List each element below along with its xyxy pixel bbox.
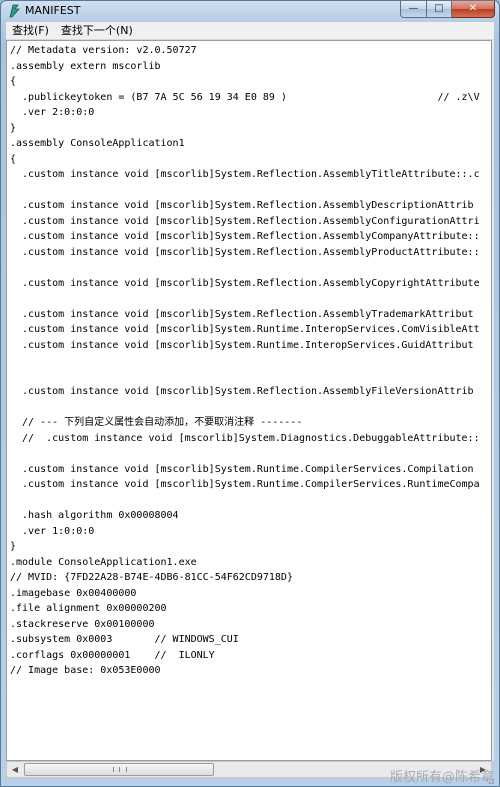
scroll-left-icon[interactable]: ◀	[7, 762, 23, 777]
close-button[interactable]: ✕	[452, 1, 495, 18]
code-line: .custom instance void [mscorlib]System.R…	[10, 463, 474, 475]
code-line: .custom instance void [mscorlib]System.R…	[10, 215, 480, 227]
minimize-icon: —	[408, 3, 419, 14]
code-line: }	[10, 122, 17, 134]
code-line: .custom instance void [mscorlib]System.R…	[10, 277, 480, 289]
menu-find-next[interactable]: 查找下一个(N)	[55, 22, 139, 39]
watermark: 版权所有@陈希章	[389, 770, 494, 785]
thumb-grip-icon	[113, 767, 127, 772]
code-line: }	[10, 541, 17, 552]
minimize-button[interactable]: —	[400, 1, 427, 18]
scroll-thumb[interactable]	[24, 763, 214, 776]
code-line: .custom instance void [mscorlib]System.R…	[10, 169, 480, 180]
ildasm-app-icon	[9, 4, 20, 18]
code-line: .ver 1:0:0:0	[10, 525, 95, 537]
code-line: .assembly ConsoleApplication1	[10, 138, 185, 149]
code-line: .custom instance void [mscorlib]System.R…	[10, 200, 474, 211]
code-line: // --- 下列自定义属性会自动添加，不要取消注释 -------	[10, 417, 303, 428]
code-line: .publickeytoken = (B7 7A 5C 56 19 34 E0 …	[10, 91, 480, 103]
close-icon: ✕	[468, 3, 478, 14]
caption-buttons: — □ ✕	[400, 1, 495, 18]
code-line: .assembly extern mscorlib	[10, 60, 161, 72]
window-title: MANIFEST	[25, 4, 81, 17]
code-line: .custom instance void [mscorlib]System.R…	[10, 324, 480, 335]
vertical-edge	[492, 40, 494, 761]
code-line: {	[10, 153, 17, 165]
code-line: .hash algorithm 0x00008004	[10, 510, 179, 521]
title-bar[interactable]: MANIFEST — □ ✕	[1, 1, 499, 21]
code-line: // .custom instance void [mscorlib]Syste…	[10, 432, 480, 444]
code-line: .custom instance void [mscorlib]System.R…	[10, 231, 480, 242]
code-line: .custom instance void [mscorlib]System.R…	[10, 246, 480, 258]
code-line: // Image base: 0x053E0000	[10, 665, 161, 676]
code-line: .module ConsoleApplication1.exe	[10, 556, 197, 568]
code-line: // MVID: {7FD22A28-B74E-4DB6-81CC-54F62C…	[10, 572, 293, 583]
code-line: .stackreserve 0x00100000	[10, 618, 155, 630]
menu-find[interactable]: 查找(F)	[6, 22, 55, 39]
code-line: .custom instance void [mscorlib]System.R…	[10, 386, 474, 397]
code-line: .ver 2:0:0:0	[10, 107, 95, 118]
code-line: .corflags 0x00000001 // ILONLY	[10, 649, 215, 661]
maximize-icon: □	[434, 3, 444, 14]
code-line: .custom instance void [mscorlib]System.R…	[10, 308, 474, 320]
menu-bar: 查找(F) 查找下一个(N)	[6, 22, 494, 40]
code-line: .file alignment 0x00000200	[10, 603, 167, 614]
code-line: .imagebase 0x00400000	[10, 587, 137, 599]
code-line: .custom instance void [mscorlib]System.R…	[10, 479, 480, 490]
code-line: .custom instance void [mscorlib]System.R…	[10, 339, 474, 351]
manifest-code: // Metadata version: v2.0.50727 .assembly…	[10, 43, 480, 679]
code-line: {	[10, 76, 17, 87]
code-line: // Metadata version: v2.0.50727	[10, 45, 197, 56]
maximize-button[interactable]: □	[427, 1, 452, 18]
code-line: .subsystem 0x0003 // WINDOWS_CUI	[10, 634, 239, 645]
manifest-text-area[interactable]: // Metadata version: v2.0.50727 .assembly…	[6, 40, 492, 761]
manifest-window: MANIFEST — □ ✕ 查找(F) 查找下一个(N) // Metadat…	[0, 0, 500, 787]
